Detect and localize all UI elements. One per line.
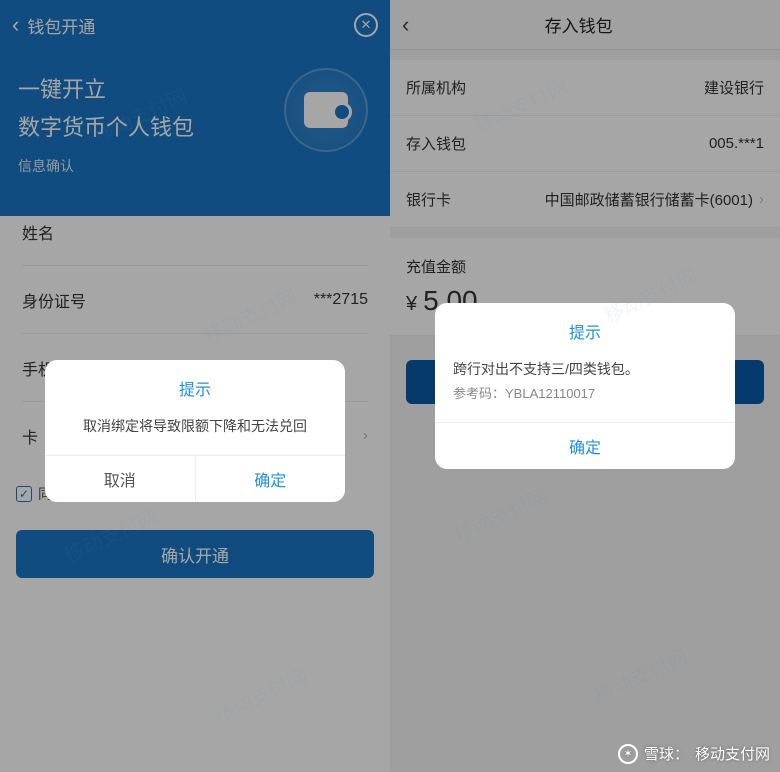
modal-overlay: 提示 跨行对出不支持三/四类钱包。 参考码：YBLA12110017 确定 [390,0,780,772]
screen-deposit: ‹ 存入钱包 所属机构 建设银行 存入钱包 005.***1 银行卡 中国邮政储… [390,0,780,772]
modal-message: 跨行对出不支持三/四类钱包。 [453,359,717,380]
modal-overlay: 提示 取消绑定将导致限额下降和无法兑回 取消 确定 [0,0,390,772]
modal-title: 提示 [45,360,345,410]
source-icon: ✶ [618,744,638,764]
alert-modal: 提示 取消绑定将导致限额下降和无法兑回 取消 确定 [45,360,345,502]
ok-button[interactable]: 确定 [196,456,346,502]
modal-reference: 参考码：YBLA12110017 [453,384,717,404]
attribution-source: 雪球： [644,743,689,764]
attribution: ✶ 雪球： 移动支付网 [618,743,770,764]
modal-actions: 取消 确定 [45,455,345,502]
modal-body: 跨行对出不支持三/四类钱包。 参考码：YBLA12110017 [435,353,735,422]
modal-actions: 确定 [435,422,735,469]
ok-button[interactable]: 确定 [435,423,735,469]
attribution-author: 移动支付网 [695,743,770,764]
modal-body: 取消绑定将导致限额下降和无法兑回 [45,410,345,455]
alert-modal: 提示 跨行对出不支持三/四类钱包。 参考码：YBLA12110017 确定 [435,303,735,469]
screen-wallet-open: ‹ 钱包开通 ✕ 一键开立 数字货币个人钱包 信息确认 姓名 身份证号 ***2… [0,0,390,772]
modal-title: 提示 [435,303,735,353]
cancel-button[interactable]: 取消 [45,456,196,502]
